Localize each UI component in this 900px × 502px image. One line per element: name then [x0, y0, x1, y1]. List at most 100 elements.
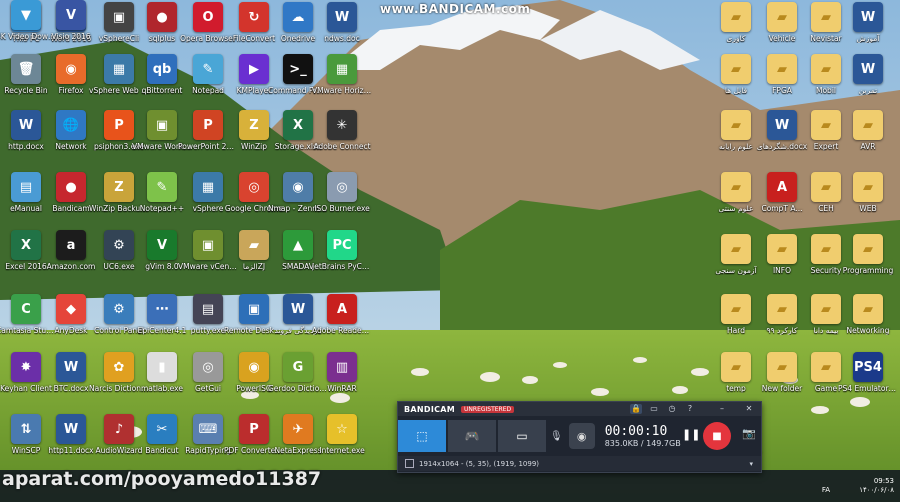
- app-icon: ▰: [811, 294, 841, 324]
- desktop-icon[interactable]: ▥ WinRAR: [312, 352, 372, 393]
- app-icon: C: [11, 294, 41, 324]
- app-icon: P: [104, 110, 134, 140]
- pause-button[interactable]: ❚❚: [682, 428, 700, 441]
- bandicam-window: BANDICAM UNREGISTERED 🔒 ▭ ◷ ? – ✕ ⬚ 🎮 ▭ …: [397, 401, 762, 473]
- app-icon: ▰: [239, 230, 269, 260]
- desktop-icon[interactable]: W آموزش: [838, 2, 898, 43]
- desktop-icon[interactable]: ✳ Adobe Connect: [312, 110, 372, 151]
- desktop-icon[interactable]: ☆ Internet.exe: [312, 414, 372, 455]
- app-icon: ✈: [283, 414, 313, 444]
- minimize-button[interactable]: –: [716, 404, 728, 414]
- app-icon: W: [56, 352, 86, 382]
- region-checkbox[interactable]: [405, 459, 414, 468]
- app-icon: G: [283, 352, 313, 382]
- app-icon: ▲: [283, 230, 313, 260]
- desktop-icon[interactable]: W تمرین: [838, 54, 898, 95]
- app-icon: ▰: [853, 294, 883, 324]
- app-icon: ✳: [327, 110, 357, 140]
- lock-icon[interactable]: 🔒: [630, 404, 642, 414]
- desktop-icon[interactable]: ▰ AVR: [838, 110, 898, 151]
- icon-label: AVR: [860, 142, 876, 151]
- app-icon: ▰: [721, 110, 751, 140]
- bandicam-titlebar[interactable]: BANDICAM UNREGISTERED 🔒 ▭ ◷ ? – ✕: [398, 402, 761, 416]
- app-icon: ◉: [239, 352, 269, 382]
- app-icon: ▣: [104, 2, 134, 32]
- app-icon: 🗑: [11, 54, 41, 84]
- app-icon: ☆: [327, 414, 357, 444]
- clock-icon[interactable]: ◷: [666, 404, 678, 414]
- app-icon: ▤: [193, 294, 223, 324]
- recording-timer: 00:00:10: [604, 424, 668, 439]
- app-icon: P: [193, 110, 223, 140]
- icon-label: VMware Horizon: [312, 86, 372, 95]
- app-icon: X: [11, 230, 41, 260]
- app-icon: ◆: [56, 294, 86, 324]
- icon-label: Adobe Reader XI: [312, 326, 372, 335]
- desktop-icon[interactable]: ◎ ISO Burner.exe: [312, 172, 372, 213]
- app-icon: ▰: [721, 294, 751, 324]
- recording-status: 00:00:10 835.0KB / 149.7GB: [605, 424, 681, 448]
- desktop-icon[interactable]: V Visio 2016: [41, 0, 101, 41]
- app-icon: ▰: [721, 234, 751, 264]
- bandicam-toolbar: ⬚ 🎮 ▭ 🎙 ◉ 00:00:10 835.0KB / 149.7GB ❚❚ …: [398, 416, 761, 456]
- icon-label: PS4 Emulator 2014 - (Halk...: [838, 384, 898, 393]
- app-icon: ⋯: [147, 294, 177, 324]
- hdmi-mode-button[interactable]: ▭: [498, 420, 546, 452]
- app-icon: ▰: [767, 294, 797, 324]
- expand-caret-icon[interactable]: ▾: [749, 460, 753, 468]
- microphone-icon[interactable]: 🎙: [550, 431, 563, 442]
- game-mode-button[interactable]: 🎮: [448, 420, 496, 452]
- app-icon: ▼: [11, 0, 41, 30]
- desktop-icon[interactable]: ▰ Programming: [838, 234, 898, 275]
- help-icon[interactable]: ?: [684, 404, 696, 414]
- system-clock[interactable]: 09:53 ۱۴۰۰/۰۶/۰۸: [824, 472, 894, 500]
- file-size: 835.0KB / 149.7GB: [604, 439, 681, 448]
- app-icon: ▰: [767, 2, 797, 32]
- screen-mode-button[interactable]: ⬚: [398, 420, 446, 452]
- app-icon: X: [283, 110, 313, 140]
- app-icon: W: [767, 110, 797, 140]
- folder-icon[interactable]: ▭: [648, 404, 660, 414]
- app-icon: V: [56, 0, 86, 30]
- app-icon: P: [239, 414, 269, 444]
- close-button[interactable]: ✕: [743, 404, 755, 414]
- desktop-icon[interactable]: PS4 PS4 Emulator 2014 - (Halk...: [838, 352, 898, 393]
- icon-label: تمرین: [858, 86, 878, 95]
- desktop-icon[interactable]: A Adobe Reader XI: [312, 294, 372, 335]
- app-icon: V: [147, 230, 177, 260]
- app-icon: ↻: [239, 2, 269, 32]
- app-icon: ▰: [767, 54, 797, 84]
- app-icon: PC: [327, 230, 357, 260]
- app-icon: ▰: [853, 110, 883, 140]
- app-icon: ▰: [721, 352, 751, 382]
- desktop-icon[interactable]: PC JetBrains PyCharm C...: [312, 230, 372, 271]
- icon-label: Internet.exe: [319, 446, 365, 455]
- app-icon: W: [11, 110, 41, 140]
- app-icon: ▣: [147, 110, 177, 140]
- app-icon: ▰: [853, 234, 883, 264]
- stop-record-button[interactable]: ■: [703, 422, 731, 450]
- app-icon: ●: [56, 172, 86, 202]
- app-icon: ◎: [327, 172, 357, 202]
- icon-label: ndws.doc: [324, 34, 360, 43]
- clock-date: ۱۴۰۰/۰۶/۰۸: [859, 486, 894, 494]
- app-icon: ▰: [767, 352, 797, 382]
- app-icon: ♪: [104, 414, 134, 444]
- bandicam-footer: 1914x1064 - (5, 35), (1919, 1099) ▾: [398, 456, 761, 471]
- app-icon: W: [327, 2, 357, 32]
- clock-time: 09:53: [873, 477, 894, 485]
- desktop-icon[interactable]: ▰ WEB: [838, 172, 898, 213]
- app-icon: W: [853, 54, 883, 84]
- app-icon: ✿: [104, 352, 134, 382]
- screenshot-camera-icon[interactable]: 📷: [742, 427, 756, 440]
- desktop-icon[interactable]: Wndws.doc: [312, 2, 372, 43]
- desktop-icon[interactable]: ▰ Networking: [838, 294, 898, 335]
- webcam-button[interactable]: ◉: [568, 423, 595, 449]
- app-icon: ▣: [239, 294, 269, 324]
- bandicam-logo: BANDICAM: [404, 404, 456, 414]
- icon-label: Programming: [842, 266, 894, 275]
- app-icon: Z: [104, 172, 134, 202]
- app-icon: ✎: [193, 54, 223, 84]
- icon-label: JetBrains PyCharm C...: [312, 262, 372, 271]
- desktop-icon[interactable]: ▦ VMware Horizon: [312, 54, 372, 95]
